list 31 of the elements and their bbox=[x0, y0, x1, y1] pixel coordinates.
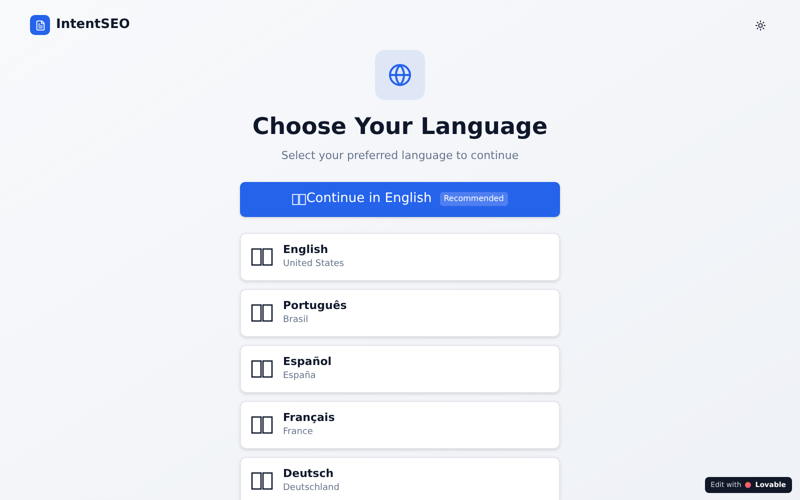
language-region: España bbox=[283, 370, 317, 383]
language-name: Português bbox=[283, 298, 347, 313]
language-name: Français bbox=[283, 410, 335, 425]
flag-placeholder-icon bbox=[251, 304, 273, 322]
brand-name: IntentSEO bbox=[56, 16, 130, 34]
flag-placeholder-icon bbox=[251, 416, 273, 434]
language-option[interactable]: Português Brasil bbox=[240, 288, 560, 336]
flag-placeholder-icon bbox=[251, 360, 273, 378]
continue-button[interactable]: Continue in English Recommended bbox=[240, 182, 560, 216]
language-region: France bbox=[283, 426, 314, 439]
brand-logo-icon bbox=[745, 482, 752, 488]
language-option[interactable]: Français France bbox=[240, 400, 560, 448]
language-name: Deutsch bbox=[283, 466, 335, 481]
document-icon bbox=[34, 20, 46, 30]
page-title: Choose Your Language bbox=[252, 113, 548, 142]
language-region: Brasil bbox=[283, 314, 310, 327]
flag-placeholder-icon bbox=[251, 248, 273, 266]
flag-placeholder-icon bbox=[292, 192, 306, 206]
continue-label: Continue in English bbox=[306, 190, 432, 208]
language-option[interactable]: Español España bbox=[240, 344, 560, 392]
language-name: English bbox=[283, 242, 330, 257]
language-option[interactable]: Deutsch Deutschland bbox=[240, 456, 560, 500]
globe-icon bbox=[388, 63, 412, 87]
recommended-badge: Recommended bbox=[440, 192, 508, 206]
page-subtitle: Select your preferred language to continue bbox=[281, 148, 519, 164]
language-name: Español bbox=[283, 354, 332, 369]
language-region: United States bbox=[283, 258, 344, 271]
sun-icon bbox=[754, 20, 766, 30]
flag-placeholder-icon bbox=[251, 472, 273, 490]
language-option[interactable]: English United States bbox=[240, 232, 560, 280]
language-region: Deutschland bbox=[283, 482, 340, 495]
